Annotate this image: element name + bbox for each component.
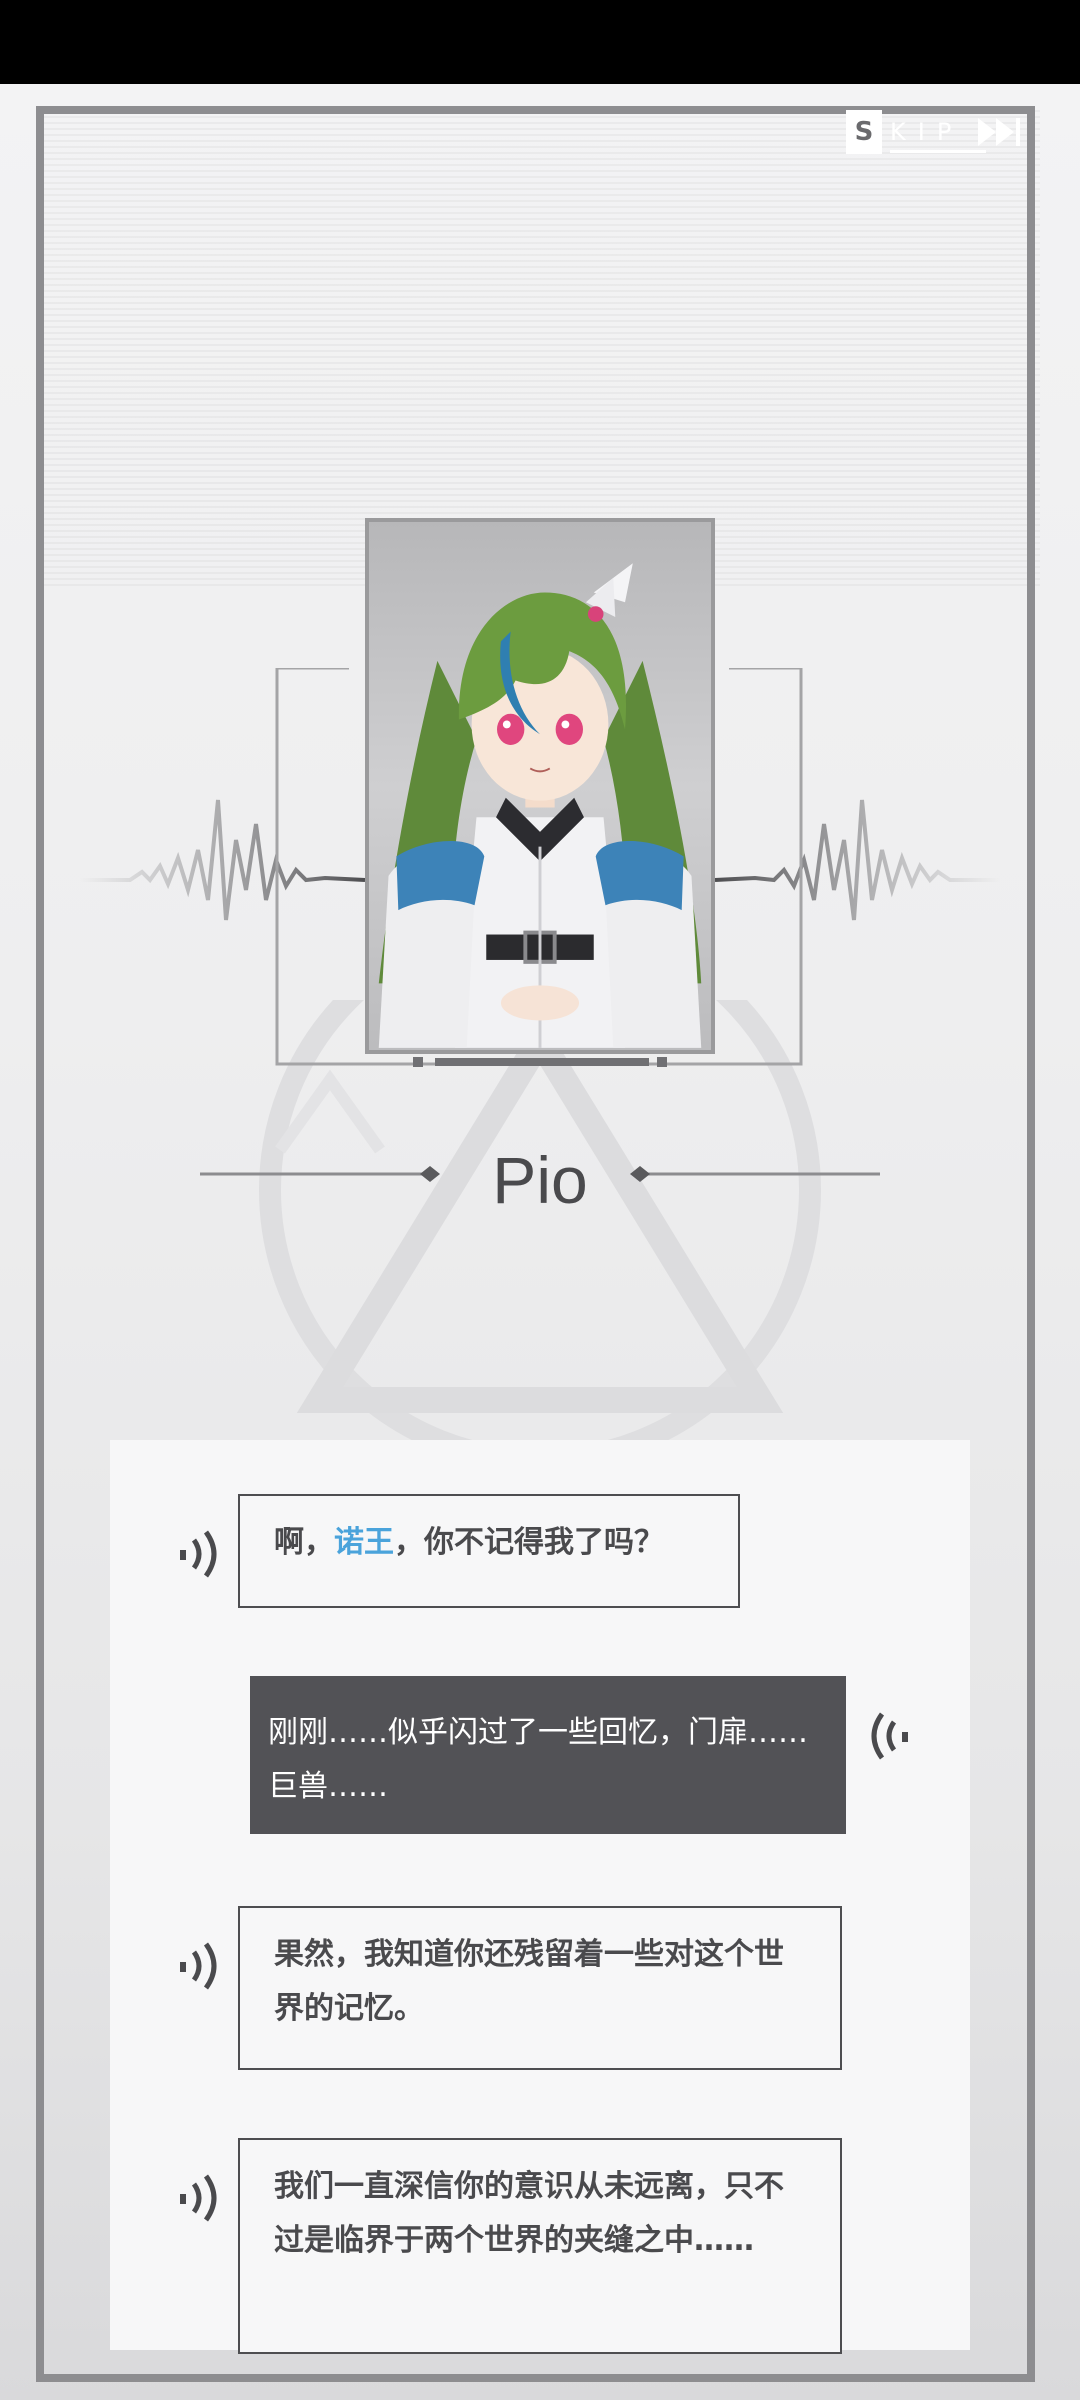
dialogue-line-4: 我们一直深信你的意识从未远离，只不过是临界于两个世界的夹缝之中…… <box>238 2138 842 2354</box>
fast-forward-icon <box>978 118 1020 146</box>
dialogue-text: 啊， <box>274 1525 334 1560</box>
character-name: Pio <box>492 1143 588 1217</box>
dialogue-line-2: 刚刚……似乎闪过了一些回忆，门扉……巨兽…… <box>250 1676 846 1834</box>
dialogue-text: 果然，我知道你还残留着一些对这个世界的记忆。 <box>274 1937 784 2026</box>
voice-wave-icon[interactable] <box>176 1528 222 1580</box>
status-bar <box>0 0 1080 84</box>
highlight-name: 诺王 <box>334 1525 394 1560</box>
skip-label: KIP <box>890 118 964 146</box>
dialogue-text: 我们一直深信你的意识从未远离，只不过是临界于两个世界的夹缝之中…… <box>274 2169 784 2258</box>
voice-wave-icon[interactable] <box>176 1940 222 1992</box>
character-portrait <box>365 518 715 1054</box>
voice-wave-icon[interactable] <box>176 2172 222 2224</box>
character-illustration <box>378 563 702 1048</box>
dialogue-line-1: 啊，诺王，你不记得我了吗？ <box>238 1494 740 1608</box>
voice-wave-icon[interactable] <box>866 1710 912 1762</box>
dialogue-line-3: 果然，我知道你还残留着一些对这个世界的记忆。 <box>238 1906 842 2070</box>
skip-label-first: S <box>846 110 882 154</box>
dialogue-text: 刚刚……似乎闪过了一些回忆，门扉……巨兽…… <box>268 1715 808 1804</box>
character-name-plate: Pio <box>200 1130 880 1230</box>
skip-button[interactable]: S KIP <box>846 110 1030 154</box>
dialogue-text: ，你不记得我了吗？ <box>394 1525 664 1560</box>
